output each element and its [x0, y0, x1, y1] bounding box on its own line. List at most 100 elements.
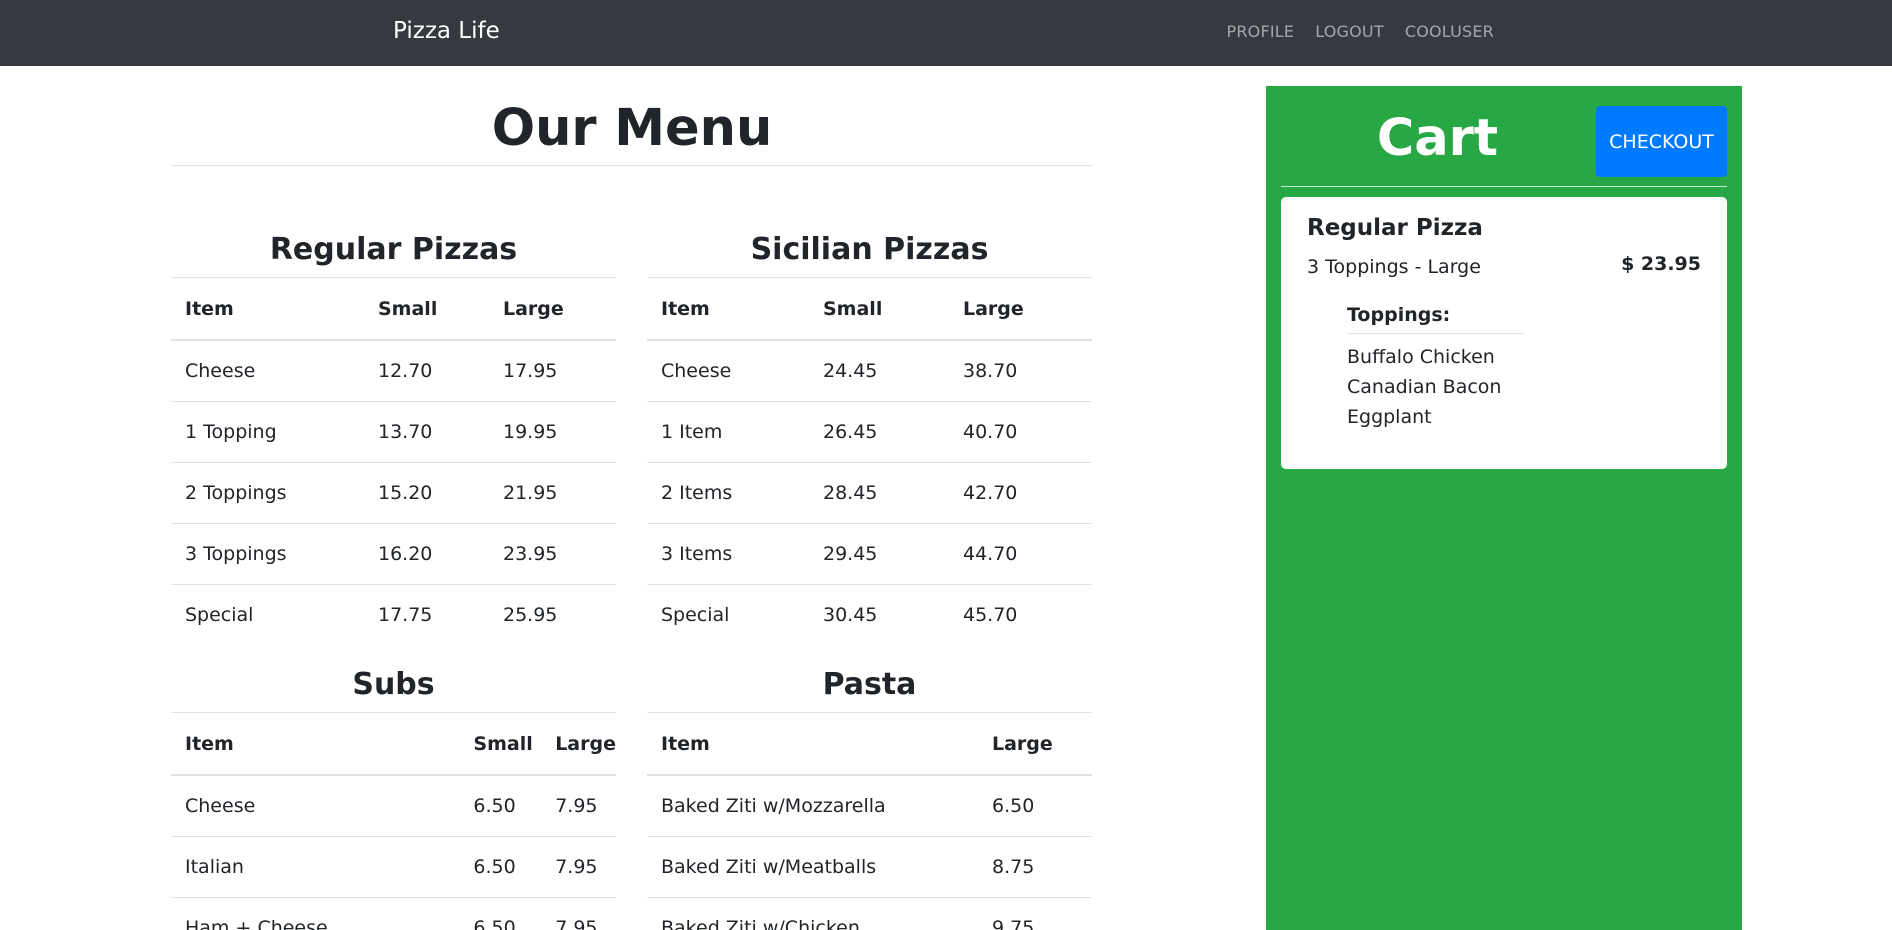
price-cell: 23.95: [489, 523, 616, 585]
section-pasta: Pasta Item Large Baked Ziti w/Mozzarella…: [647, 653, 1092, 930]
price-cell: 7.95: [541, 897, 616, 930]
column-header: Large: [978, 712, 1092, 776]
nav-link-logout[interactable]: LOGOUT: [1315, 21, 1384, 43]
price-cell: 28.45: [809, 462, 949, 524]
item-cell: Cheese: [171, 774, 460, 837]
cart-item: Regular Pizza 3 Toppings - Large $ 23.95…: [1281, 197, 1727, 469]
navbar: Pizza Life PROFILE LOGOUT COOLUSER: [0, 0, 1892, 66]
section-title: Pasta: [822, 667, 917, 702]
menu-table: Item Small Large Cheese 24.45 38.70 1 Item…: [647, 277, 1092, 645]
section-title: Sicilian Pizzas: [750, 232, 989, 267]
column-header: Large: [541, 712, 616, 776]
table-row: 2 Items 28.45 42.70: [647, 462, 1092, 524]
price-cell: 19.95: [489, 401, 616, 463]
section-subs: Subs Item Small Large Cheese 6.50 7.95 Ita…: [171, 653, 616, 930]
price-cell: 25.95: [489, 584, 616, 645]
column-header: Item: [647, 277, 809, 341]
price-cell: 17.75: [364, 584, 489, 645]
nav-link-user[interactable]: COOLUSER: [1405, 21, 1494, 43]
price-cell: 21.95: [489, 462, 616, 524]
price-cell: 38.70: [949, 339, 1092, 402]
table-row: Cheese 12.70 17.95: [171, 339, 616, 402]
table-row: Baked Ziti w/Mozzarella 6.50: [647, 774, 1092, 837]
price-cell: 6.50: [459, 836, 542, 898]
section-sicilian-pizzas: Sicilian Pizzas Item Small Large Cheese 2…: [647, 218, 1092, 645]
cart-divider: [1281, 186, 1727, 187]
menu-area: Our Menu Regular Pizzas Item Small Large…: [171, 66, 1093, 930]
cart-panel: Cart CHECKOUT Regular Pizza 3 Toppings -…: [1266, 86, 1742, 930]
price-cell: 26.45: [809, 401, 949, 463]
column-header: Item: [171, 277, 364, 341]
toppings-block: Toppings: Buffalo Chicken Canadian Bacon…: [1347, 303, 1524, 432]
price-cell: 30.45: [809, 584, 949, 645]
price-cell: 6.50: [459, 897, 542, 930]
menu-divider: [171, 165, 1093, 166]
menu-table: Item Small Large Cheese 6.50 7.95 Italian 6…: [171, 712, 616, 930]
toppings-label: Toppings:: [1347, 303, 1524, 334]
price-cell: 8.75: [978, 836, 1092, 898]
price-cell: 16.20: [364, 523, 489, 585]
nav-link-profile[interactable]: PROFILE: [1226, 21, 1294, 43]
topping-item: Buffalo Chicken: [1347, 346, 1495, 368]
table-row: 1 Item 26.45 40.70: [647, 401, 1092, 463]
item-cell: Special: [647, 584, 809, 645]
nav-links: PROFILE LOGOUT COOLUSER: [1226, 21, 1494, 43]
menu-table: Item Large Baked Ziti w/Mozzarella 6.50 B…: [647, 712, 1092, 930]
topping-item: Canadian Bacon: [1347, 376, 1502, 398]
price-cell: 9.75: [978, 897, 1092, 930]
toppings-list: Buffalo Chicken Canadian Bacon Eggplant: [1347, 334, 1524, 432]
menu-table: Item Small Large Cheese 12.70 17.95 1 Topp…: [171, 277, 616, 645]
price-cell: 7.95: [541, 836, 616, 898]
item-cell: Baked Ziti w/Chicken: [647, 897, 978, 930]
cart-item-price: $ 23.95: [1621, 253, 1701, 275]
column-header: Small: [809, 277, 949, 341]
table-row: Ham + Cheese 6.50 7.95: [171, 897, 616, 930]
price-cell: 12.70: [364, 339, 489, 402]
cart-item-name: Regular Pizza: [1307, 215, 1483, 241]
price-cell: 29.45: [809, 523, 949, 585]
price-cell: 7.95: [541, 774, 616, 837]
item-cell: Baked Ziti w/Meatballs: [647, 836, 978, 898]
table-header-row: Item Large: [647, 712, 1092, 776]
column-header: Item: [171, 712, 460, 776]
item-cell: Special: [171, 584, 364, 645]
item-cell: Cheese: [171, 339, 364, 402]
table-row: 3 Items 29.45 44.70: [647, 523, 1092, 585]
item-cell: 2 Items: [647, 462, 809, 524]
table-row: Special 17.75 25.95: [171, 584, 616, 645]
price-cell: 17.95: [489, 339, 616, 402]
price-cell: 6.50: [459, 774, 542, 837]
topping-item: Eggplant: [1347, 406, 1432, 428]
item-cell: Italian: [171, 836, 460, 898]
section-regular-pizzas: Regular Pizzas Item Small Large Cheese 12…: [171, 218, 616, 645]
price-cell: 24.45: [809, 339, 949, 402]
column-header: Item: [647, 712, 978, 776]
price-cell: 15.20: [364, 462, 489, 524]
column-header: Small: [459, 712, 542, 776]
table-header-row: Item Small Large: [647, 277, 1092, 341]
cart-item-description: 3 Toppings - Large: [1307, 256, 1481, 278]
table-header-row: Item Small Large: [171, 712, 616, 776]
table-row: Baked Ziti w/Chicken 9.75: [647, 897, 1092, 930]
price-cell: 44.70: [949, 523, 1092, 585]
column-header: Small: [364, 277, 489, 341]
item-cell: Ham + Cheese: [171, 897, 460, 930]
column-header: Large: [949, 277, 1092, 341]
brand-link[interactable]: Pizza Life: [393, 15, 500, 47]
item-cell: Cheese: [647, 339, 809, 402]
menu-title: Our Menu: [491, 99, 773, 158]
table-row: Cheese 6.50 7.95: [171, 774, 616, 837]
section-title: Subs: [352, 667, 435, 702]
table-header-row: Item Small Large: [171, 277, 616, 341]
price-cell: 42.70: [949, 462, 1092, 524]
table-row: Special 30.45 45.70: [647, 584, 1092, 645]
table-row: 2 Toppings 15.20 21.95: [171, 462, 616, 524]
checkout-button[interactable]: CHECKOUT: [1596, 106, 1727, 177]
price-cell: 45.70: [949, 584, 1092, 645]
item-cell: 3 Items: [647, 523, 809, 585]
item-cell: Baked Ziti w/Mozzarella: [647, 774, 978, 837]
table-row: Italian 6.50 7.95: [171, 836, 616, 898]
price-cell: 40.70: [949, 401, 1092, 463]
table-row: Cheese 24.45 38.70: [647, 339, 1092, 402]
price-cell: 6.50: [978, 774, 1092, 837]
